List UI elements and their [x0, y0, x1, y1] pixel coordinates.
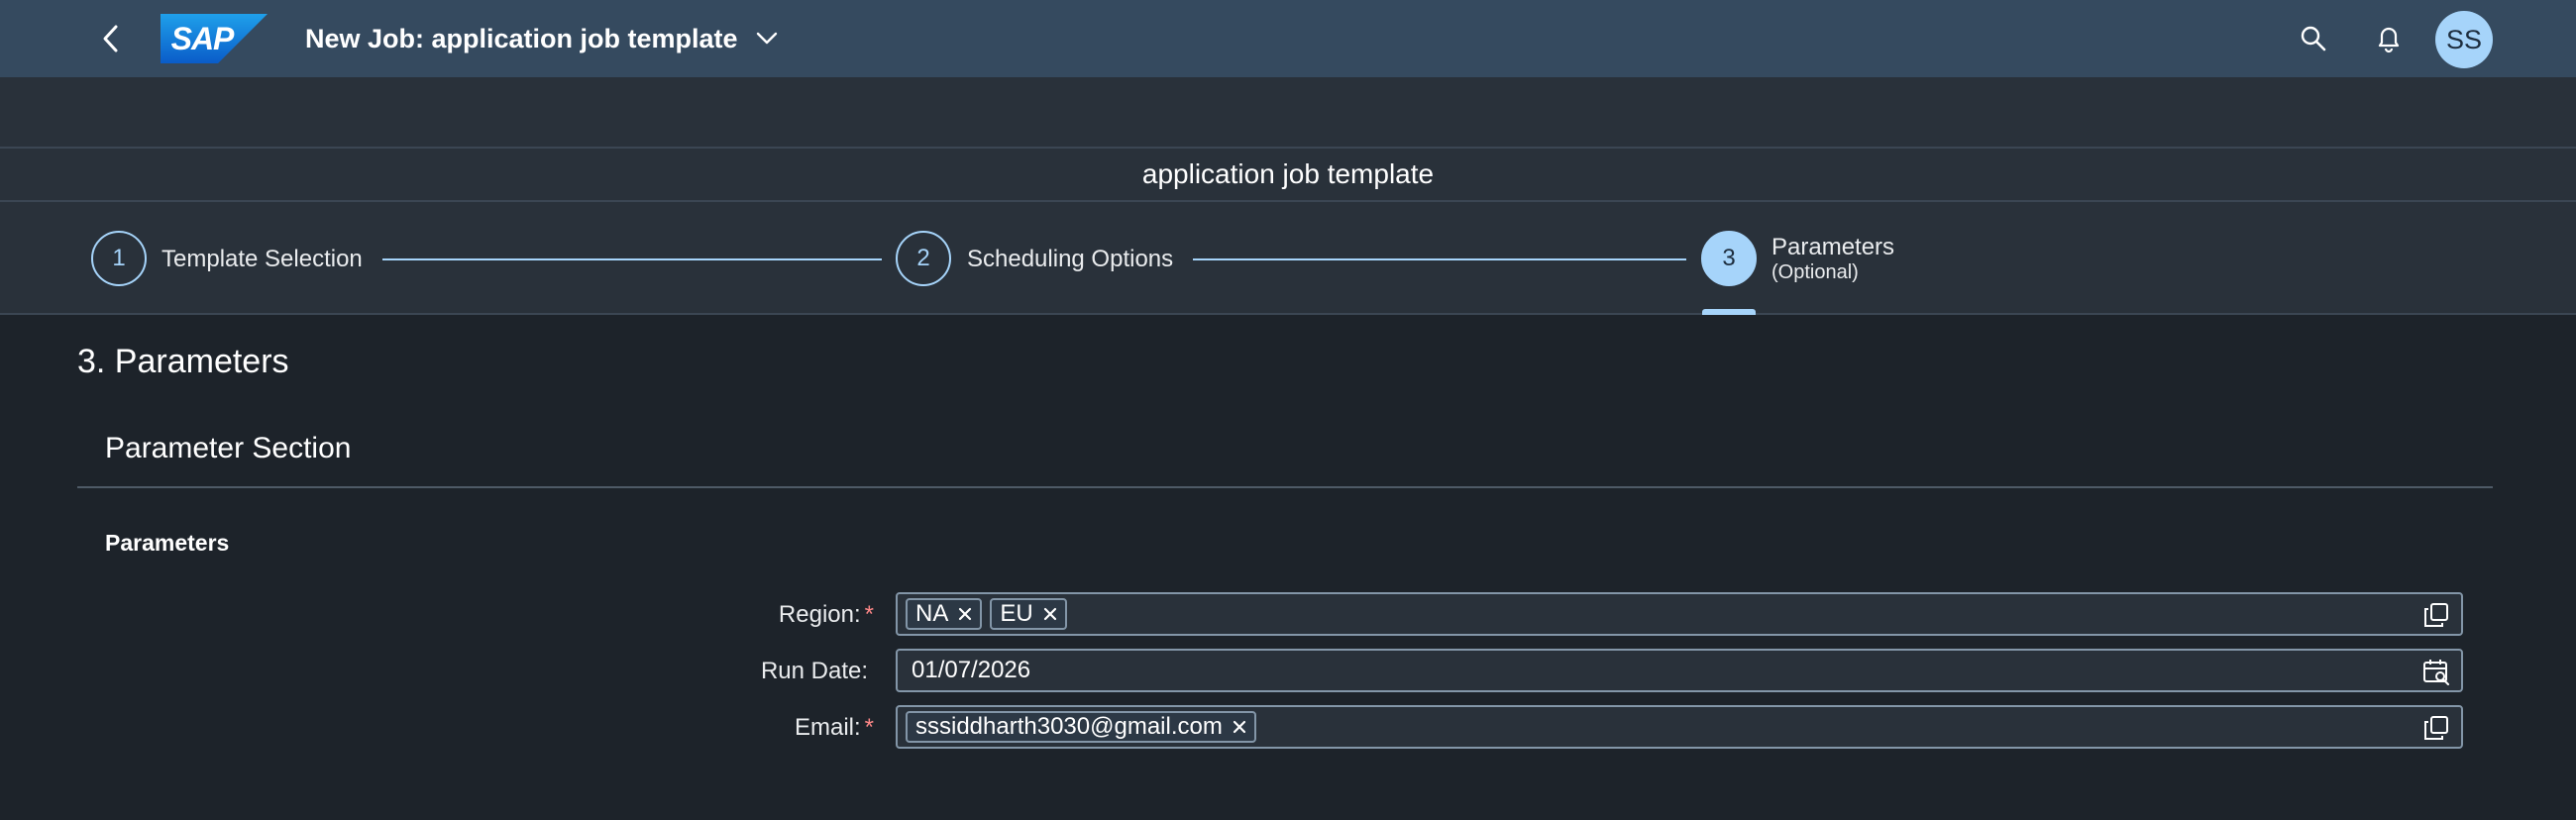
section-divider — [77, 486, 2493, 488]
app-title: New Job: application job template — [305, 23, 738, 53]
active-step-indicator — [1702, 309, 1756, 315]
run-date-picker[interactable]: 01/07/2026 — [896, 649, 2463, 692]
wizard-connector-2 — [1193, 258, 1686, 260]
wizard-step-2-label[interactable]: Scheduling Options — [967, 246, 1173, 273]
wizard-step-1-label[interactable]: Template Selection — [161, 246, 363, 273]
wizard-step-3-sublabel: (Optional) — [1771, 261, 1859, 283]
section-title: Parameter Section — [105, 432, 352, 464]
page-title: 3. Parameters — [77, 343, 289, 380]
wizard-step-2-number[interactable]: 2 — [896, 231, 951, 286]
sap-logo[interactable]: SAP — [161, 14, 268, 63]
region-label-text: Region: — [778, 601, 861, 628]
wizard-connector-1 — [382, 258, 882, 260]
run-date-value[interactable]: 01/07/2026 — [906, 657, 2461, 684]
wizard-title: application job template — [1141, 158, 1435, 189]
shell-bar: SAP New Job: application job template SS — [0, 0, 2576, 77]
app-title-menu[interactable]: New Job: application job template — [305, 0, 778, 77]
search-icon — [2301, 26, 2326, 51]
email-label: Email: * — [577, 714, 874, 742]
token-remove-button[interactable] — [1041, 605, 1059, 623]
email-required-mark: * — [864, 714, 874, 741]
email-value-help-button[interactable] — [2421, 713, 2451, 743]
wizard-title-bar: application job template — [0, 147, 2576, 202]
run-date-label: Run Date: — [571, 658, 868, 685]
wizard-step-3-label[interactable]: Parameters — [1771, 234, 1894, 261]
email-text-input[interactable] — [1264, 707, 2461, 747]
region-token[interactable]: EU — [990, 598, 1067, 630]
region-token-text: NA — [915, 600, 949, 627]
sap-logo-text: SAP — [170, 21, 235, 56]
close-icon — [1233, 720, 1245, 734]
back-button[interactable] — [91, 19, 131, 58]
region-multi-input[interactable]: NA EU — [896, 592, 2463, 636]
region-text-input[interactable] — [1075, 594, 2461, 634]
value-help-icon — [2424, 603, 2448, 627]
token-remove-button[interactable] — [956, 605, 974, 623]
page-subheader — [0, 77, 2576, 147]
search-button[interactable] — [2295, 20, 2332, 57]
notifications-button[interactable] — [2370, 20, 2408, 57]
value-help-icon — [2424, 716, 2448, 740]
avatar[interactable]: SS — [2435, 11, 2493, 68]
date-picker-button[interactable] — [2421, 657, 2451, 686]
avatar-initials: SS — [2445, 24, 2483, 54]
close-icon — [959, 607, 972, 621]
calendar-icon — [2423, 660, 2449, 685]
chevron-left-icon — [103, 25, 118, 52]
email-token[interactable]: sssiddharth3030@gmail.com — [906, 711, 1256, 743]
run-date-label-text: Run Date: — [760, 658, 868, 684]
region-required-mark: * — [864, 601, 874, 628]
token-remove-button[interactable] — [1231, 718, 1248, 736]
email-token-text: sssiddharth3030@gmail.com — [915, 713, 1223, 740]
region-value-help-button[interactable] — [2421, 600, 2451, 630]
email-label-text: Email: — [794, 714, 861, 741]
region-token[interactable]: NA — [906, 598, 983, 630]
region-label: Region: * — [577, 601, 874, 629]
wizard-step-1-number[interactable]: 1 — [91, 231, 147, 286]
bell-icon — [2378, 27, 2400, 53]
email-multi-input[interactable]: sssiddharth3030@gmail.com — [896, 705, 2463, 749]
chevron-down-icon — [756, 32, 777, 45]
wizard-progress: 1 Template Selection 2 Scheduling Option… — [0, 202, 2576, 315]
wizard-step-3-number[interactable]: 3 — [1701, 231, 1757, 286]
close-icon — [1043, 607, 1056, 621]
region-token-text: EU — [1000, 600, 1033, 627]
group-title: Parameters — [105, 530, 230, 556]
